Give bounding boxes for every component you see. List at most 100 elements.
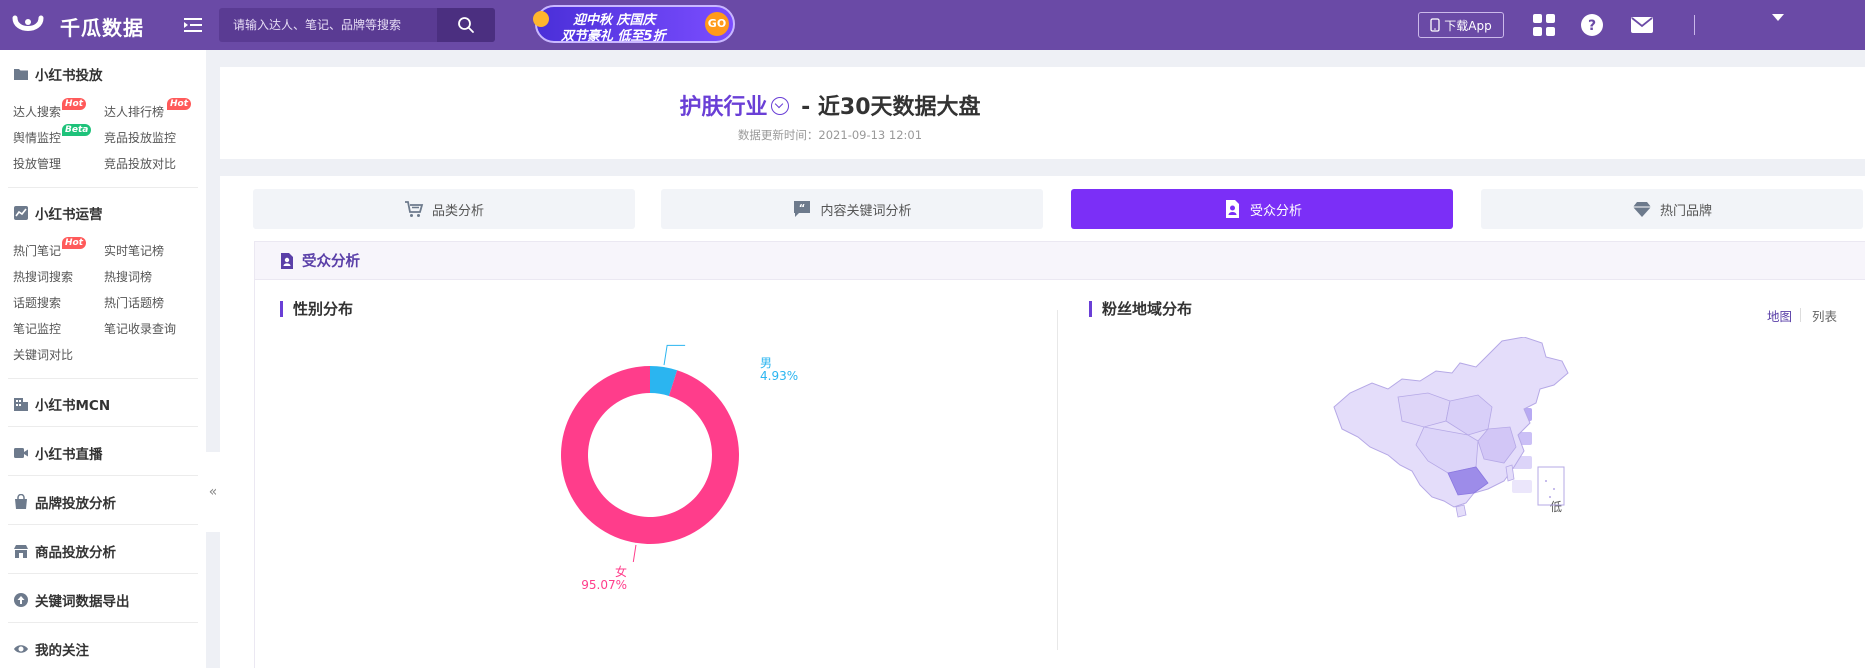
beta-badge: Beta xyxy=(62,124,92,136)
search-box xyxy=(219,8,495,42)
sidebar-divider xyxy=(8,187,198,188)
tab-audience-analysis[interactable]: 受众分析 xyxy=(1071,189,1453,229)
dashboard-header: 护肤行业 - 近30天数据大盘 数据更新时间：2021-09-13 12:01 xyxy=(220,67,1865,159)
sidebar-section-label: 小红书投放 xyxy=(35,68,103,84)
audience-title-text: 受众分析 xyxy=(302,254,360,270)
menu-toggle-icon[interactable] xyxy=(183,15,203,35)
promo-banner[interactable]: 迎中秋 庆国庆 双节豪礼 低至5折 GO xyxy=(533,5,735,44)
sidebar-item-competitor-monitor[interactable]: 竞品投放监控 xyxy=(104,129,176,146)
sidebar-divider xyxy=(8,378,198,379)
audience-panel-title: 受众分析 xyxy=(280,250,360,271)
analysis-card: 品类分析 “ 内容关键词分析 受众分析 热门品牌 受众分析 性别分布 男 4.9… xyxy=(220,176,1865,668)
sidebar-section-xhs-live[interactable]: 小红书直播 xyxy=(13,443,103,463)
map-island-dot xyxy=(1553,488,1555,490)
sidebar-item-note-index-query[interactable]: 笔记收录查询 xyxy=(104,320,176,337)
sidebar-item-hot-notes[interactable]: 热门笔记 xyxy=(13,242,61,259)
sidebar-divider xyxy=(8,573,198,574)
diamond-icon xyxy=(1632,202,1651,217)
upload-icon xyxy=(14,593,28,607)
cart-icon xyxy=(404,201,424,217)
sidebar-section-xhs-ads[interactable]: 小红书投放 xyxy=(13,64,103,84)
tab-label: 内容关键词分析 xyxy=(820,203,912,219)
update-time: 数据更新时间：2021-09-13 12:01 xyxy=(737,128,923,142)
top-bar: 千瓜数据 迎中秋 庆国庆 双节豪礼 低至5折 GO 下载App xyxy=(0,0,1865,50)
help-icon[interactable]: ? xyxy=(1580,13,1604,37)
male-label: 男 4.93% xyxy=(760,357,798,383)
tab-label: 受众分析 xyxy=(1249,203,1302,219)
trend-chart-icon xyxy=(14,206,28,220)
sidebar-item-hot-keyword-ranking[interactable]: 热搜词榜 xyxy=(104,268,152,285)
map-island-dot xyxy=(1545,480,1547,482)
sidebar-item-keyword-compare[interactable]: 关键词对比 xyxy=(13,346,73,363)
sidebar-item-sentiment-monitor[interactable]: 舆情监控 xyxy=(13,129,61,146)
gender-donut-chart xyxy=(561,344,739,562)
tab-hot-brands[interactable]: 热门品牌 xyxy=(1481,189,1863,229)
sidebar-item-kol-ranking[interactable]: 达人排行榜 xyxy=(104,103,164,120)
panel-divider xyxy=(1057,310,1058,650)
brand-name[interactable]: 千瓜数据 xyxy=(60,12,144,41)
sidebar-collapse-button[interactable]: « xyxy=(206,452,220,532)
mail-icon[interactable] xyxy=(1630,13,1654,37)
search-input[interactable] xyxy=(219,8,451,42)
view-map-toggle[interactable]: 地图 xyxy=(1767,306,1792,325)
donut-segment-female[interactable] xyxy=(561,366,739,544)
sidebar-section-keyword-export[interactable]: 关键词数据导出 xyxy=(13,590,130,610)
video-icon xyxy=(14,448,28,458)
store-icon xyxy=(14,545,28,558)
phone-icon xyxy=(1430,18,1440,32)
chevron-down-icon[interactable] xyxy=(771,97,790,115)
view-toggle-divider xyxy=(1800,308,1801,322)
sidebar-divider xyxy=(8,622,198,623)
china-region-map[interactable] xyxy=(1328,337,1618,537)
region-distribution-title: 粉丝地域分布 xyxy=(1089,301,1192,317)
tab-label: 热门品牌 xyxy=(1659,203,1712,219)
sidebar: 小红书投放 达人搜索 Hot 达人排行榜 Hot 舆情监控 Beta 竞品投放监… xyxy=(0,50,206,668)
female-percent: 95.07% xyxy=(581,578,627,592)
sidebar-section-label: 小红书直播 xyxy=(35,447,103,463)
sidebar-item-competitor-compare[interactable]: 竞品投放对比 xyxy=(104,155,176,172)
download-app-button[interactable]: 下载App xyxy=(1418,12,1504,38)
map-region-west[interactable] xyxy=(1397,392,1451,428)
sidebar-item-hot-topic-ranking[interactable]: 热门话题榜 xyxy=(104,294,164,311)
sidebar-item-hot-keyword-search[interactable]: 热搜词搜索 xyxy=(13,268,73,285)
promo-go-badge[interactable]: GO xyxy=(705,12,729,36)
female-label: 女 95.07% xyxy=(547,566,627,592)
sidebar-item-topic-search[interactable]: 话题搜索 xyxy=(13,294,61,311)
sidebar-section-xhs-mcn[interactable]: 小红书MCN xyxy=(13,394,110,414)
sidebar-item-note-monitor[interactable]: 笔记监控 xyxy=(13,320,61,337)
sidebar-section-label: 我的关注 xyxy=(35,643,89,659)
sidebar-section-brand-ads[interactable]: 品牌投放分析 xyxy=(13,492,116,512)
sidebar-section-xhs-operations[interactable]: 小红书运营 xyxy=(13,203,103,223)
sidebar-divider xyxy=(8,475,198,476)
sidebar-section-label: 小红书运营 xyxy=(35,207,103,223)
folder-icon xyxy=(14,69,28,80)
audience-icon xyxy=(1225,200,1239,218)
sidebar-divider xyxy=(8,524,198,525)
sidebar-item-ads-management[interactable]: 投放管理 xyxy=(13,155,61,172)
sidebar-section-product-ads[interactable]: 商品投放分析 xyxy=(13,541,116,561)
logo-icon[interactable] xyxy=(12,12,44,38)
gender-distribution-title: 性别分布 xyxy=(280,301,353,317)
map-south-sea-inset xyxy=(1537,466,1565,506)
industry-selector[interactable]: 护肤行业 xyxy=(679,95,767,120)
tab-content-keyword-analysis[interactable]: “ 内容关键词分析 xyxy=(661,189,1043,229)
sidebar-divider xyxy=(8,426,198,427)
svg-text:“: “ xyxy=(799,203,806,214)
sidebar-section-my-follows[interactable]: 我的关注 xyxy=(13,639,89,659)
map-region-hainan[interactable] xyxy=(1455,504,1467,518)
apps-grid-icon[interactable] xyxy=(1532,13,1556,37)
download-app-label: 下载App xyxy=(1444,18,1492,33)
shopping-bag-icon xyxy=(15,494,27,509)
sidebar-item-kol-search[interactable]: 达人搜索 xyxy=(13,103,61,120)
svg-text:?: ? xyxy=(1588,18,1596,34)
user-menu-dropdown-icon[interactable] xyxy=(1772,14,1784,21)
leader-line-female xyxy=(632,544,637,562)
search-button[interactable] xyxy=(437,8,495,42)
sidebar-item-realtime-notes[interactable]: 实时笔记榜 xyxy=(104,242,164,259)
tab-category-analysis[interactable]: 品类分析 xyxy=(253,189,635,229)
audience-panel: 受众分析 性别分布 男 4.93% 女 95.07% 粉丝地域分布 地图 列表 … xyxy=(254,241,1865,668)
page-title: 护肤行业 - 近30天数据大盘 xyxy=(220,89,1440,121)
view-list-toggle[interactable]: 列表 xyxy=(1812,306,1837,325)
hot-badge: Hot xyxy=(62,98,87,110)
sidebar-section-label: 品牌投放分析 xyxy=(35,496,116,512)
